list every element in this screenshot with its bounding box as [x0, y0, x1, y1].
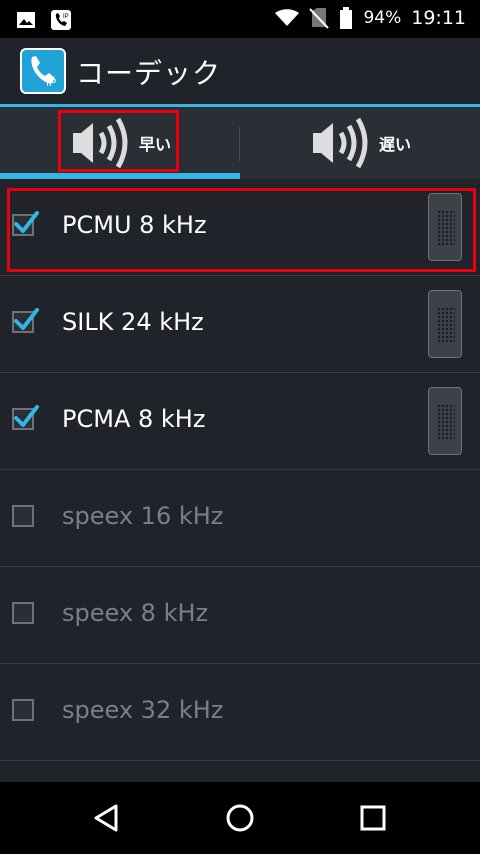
codec-row[interactable]: PCMA 8 kHz — [0, 373, 480, 470]
grip-icon — [437, 404, 455, 440]
home-button[interactable] — [220, 800, 260, 836]
codec-label: speex 32 kHz — [62, 696, 224, 724]
codec-label: PCMA 8 kHz — [62, 405, 206, 433]
codec-row[interactable]: speex 8 kHz — [0, 567, 480, 664]
page-title: コーデック — [76, 57, 222, 90]
codec-row[interactable]: SILK 24 kHz — [0, 276, 480, 373]
svg-text:IP: IP — [63, 14, 69, 20]
phone-icon: IP — [31, 56, 56, 89]
grip-icon — [437, 307, 455, 343]
checkmark-icon — [14, 308, 39, 330]
battery-percent: 94% — [363, 8, 402, 28]
tab-slow-label: 遅い — [378, 135, 411, 154]
home-icon — [226, 804, 254, 832]
voip-phone-icon: IP — [51, 10, 71, 30]
wifi-icon — [275, 9, 300, 26]
recents-button[interactable] — [353, 800, 393, 836]
checkbox-unchecked[interactable] — [12, 505, 34, 527]
checkbox-checked[interactable] — [12, 405, 39, 430]
battery-icon — [340, 7, 353, 29]
action-bar: IP コーデック — [0, 38, 480, 104]
back-button[interactable] — [86, 800, 126, 836]
checkbox-unchecked[interactable] — [12, 602, 34, 624]
image-icon — [17, 12, 35, 28]
tab-slow[interactable]: 遅い — [240, 107, 480, 179]
codec-row[interactable]: speex 32 kHz — [0, 664, 480, 761]
highlight-box-tab — [58, 110, 179, 172]
highlight-box-row — [7, 188, 476, 272]
recents-icon — [360, 805, 386, 831]
codec-label: speex 8 kHz — [62, 599, 209, 627]
drag-handle[interactable] — [428, 290, 462, 358]
codec-label: speex 16 kHz — [62, 502, 224, 530]
app-icon-text: IP — [46, 77, 56, 89]
speaker-loud-icon — [312, 117, 368, 169]
back-icon — [94, 804, 118, 832]
codec-row[interactable]: speex 16 kHz — [0, 470, 480, 567]
checkmark-icon — [14, 405, 39, 427]
drag-handle[interactable] — [428, 387, 462, 455]
no-sim-icon — [309, 8, 330, 29]
checkbox-unchecked[interactable] — [12, 699, 34, 721]
navigation-bar — [0, 782, 480, 854]
status-bar: IP 94% 19:11 — [0, 0, 480, 38]
checkbox-checked[interactable] — [12, 308, 39, 333]
app-icon[interactable]: IP — [20, 48, 66, 94]
codec-label: SILK 24 kHz — [62, 308, 204, 336]
clock: 19:11 — [411, 7, 466, 29]
